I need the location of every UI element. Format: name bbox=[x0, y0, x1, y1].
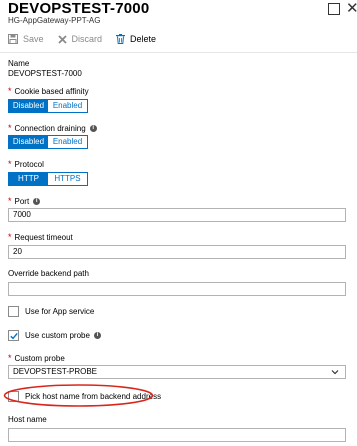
custom-probe-checkbox-row[interactable]: Use custom probe i bbox=[8, 329, 101, 341]
toolbar-divider bbox=[0, 52, 357, 53]
save-icon bbox=[8, 34, 18, 44]
discard-label: Discard bbox=[71, 34, 103, 44]
custom-probe-label: * Custom probe bbox=[8, 353, 65, 363]
check-icon bbox=[10, 332, 18, 339]
blade-title: DEVOPSTEST-7000 bbox=[8, 0, 150, 17]
connection-draining-enabled-option[interactable]: Enabled bbox=[48, 136, 87, 148]
discard-button[interactable]: Discard bbox=[57, 34, 103, 44]
app-service-label: Use for App service bbox=[25, 306, 95, 316]
cookie-affinity-disabled-option[interactable]: Disabled bbox=[9, 100, 48, 112]
discard-icon bbox=[57, 34, 67, 44]
port-label: * Port i bbox=[8, 196, 41, 206]
required-marker: * bbox=[8, 159, 12, 169]
delete-icon bbox=[116, 34, 126, 44]
override-path-input[interactable] bbox=[8, 282, 346, 296]
delete-button[interactable]: Delete bbox=[116, 34, 156, 44]
host-name-label: Host name bbox=[8, 415, 47, 424]
override-path-label: Override backend path bbox=[8, 269, 89, 278]
required-marker: * bbox=[8, 86, 12, 96]
save-label: Save bbox=[23, 34, 44, 44]
command-bar: Save Discard Delete bbox=[8, 32, 348, 46]
custom-probe-checkbox[interactable] bbox=[8, 329, 19, 341]
protocol-http-option[interactable]: HTTP bbox=[9, 173, 48, 185]
port-input[interactable]: 7000 bbox=[8, 208, 346, 222]
connection-draining-label: * Connection draining i bbox=[8, 123, 97, 133]
maximize-icon[interactable] bbox=[328, 3, 340, 15]
cookie-affinity-toggle: Disabled Enabled bbox=[8, 99, 88, 113]
cookie-affinity-label: * Cookie based affinity bbox=[8, 86, 89, 96]
connection-draining-toggle: Disabled Enabled bbox=[8, 135, 88, 149]
app-service-checkbox-row[interactable]: Use for App service bbox=[8, 305, 94, 317]
name-label: Name bbox=[8, 59, 30, 68]
required-marker: * bbox=[8, 196, 12, 206]
request-timeout-input[interactable]: 20 bbox=[8, 245, 346, 259]
blade-subtitle: HG-AppGateway-PPT-AG bbox=[8, 16, 101, 25]
required-marker: * bbox=[8, 123, 12, 133]
request-timeout-label: * Request timeout bbox=[8, 232, 73, 242]
close-icon[interactable]: ✕ bbox=[346, 1, 357, 16]
required-marker: * bbox=[8, 232, 12, 242]
protocol-toggle: HTTP HTTPS bbox=[8, 172, 88, 186]
chevron-down-icon bbox=[331, 370, 339, 375]
name-value: DEVOPSTEST-7000 bbox=[8, 69, 82, 78]
custom-probe-value: DEVOPSTEST-PROBE bbox=[13, 367, 98, 376]
info-icon[interactable]: i bbox=[93, 331, 101, 339]
protocol-label: * Protocol bbox=[8, 159, 44, 169]
app-service-checkbox[interactable] bbox=[8, 305, 19, 317]
info-icon[interactable]: i bbox=[33, 197, 41, 205]
blade-header: DEVOPSTEST-7000 HG-AppGateway-PPT-AG ✕ bbox=[8, 0, 357, 28]
save-button[interactable]: Save bbox=[8, 34, 44, 44]
annotation-ellipse bbox=[3, 384, 154, 407]
host-name-input[interactable] bbox=[8, 428, 346, 442]
cookie-affinity-enabled-option[interactable]: Enabled bbox=[48, 100, 87, 112]
info-icon[interactable]: i bbox=[89, 124, 97, 132]
protocol-https-option[interactable]: HTTPS bbox=[48, 173, 87, 185]
custom-probe-check-label: Use custom probe bbox=[25, 330, 90, 340]
connection-draining-disabled-option[interactable]: Disabled bbox=[9, 136, 48, 148]
custom-probe-select[interactable]: DEVOPSTEST-PROBE bbox=[8, 365, 346, 379]
delete-label: Delete bbox=[130, 34, 157, 44]
required-marker: * bbox=[8, 353, 12, 363]
